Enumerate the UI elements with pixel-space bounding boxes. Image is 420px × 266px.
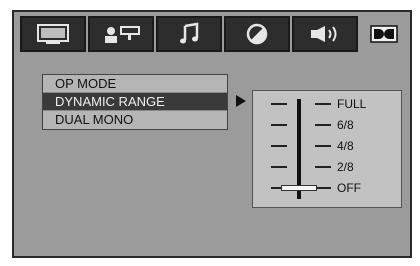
music-note-icon [177,22,201,46]
level-label-full[interactable]: FULL [337,98,366,110]
dynamic-range-slider[interactable]: FULL 6/8 4/8 2/8 OFF [252,90,402,208]
menu-item-op-mode[interactable]: OP MODE [43,75,227,93]
tick-right [315,187,331,189]
tick-right [315,103,331,105]
dolby-icon [364,16,404,52]
tab-speaker[interactable] [88,16,154,52]
tab-bar [20,16,408,54]
tab-audio[interactable] [156,16,222,52]
level-label-2-8[interactable]: 2/8 [337,161,354,173]
tick-left [271,124,287,126]
tick-left [271,145,287,147]
level-label-off[interactable]: OFF [337,182,361,194]
speaker-setup-icon [101,23,141,45]
level-label-4-8[interactable]: 4/8 [337,140,354,152]
tv-icon [36,23,70,45]
tick-left [271,166,287,168]
brightness-icon [245,22,269,46]
tick-right [315,166,331,168]
volume-icon [309,24,341,44]
level-label-6-8[interactable]: 6/8 [337,119,354,131]
menu-item-dual-mono[interactable]: DUAL MONO [43,111,227,129]
tick-left [271,103,287,105]
slider-track [297,99,301,199]
menu-item-dynamic-range[interactable]: DYNAMIC RANGE [43,93,227,111]
tab-general[interactable] [20,16,86,52]
slider-handle[interactable] [281,185,317,191]
tick-right [315,124,331,126]
settings-menu: OP MODE DYNAMIC RANGE DUAL MONO [42,74,228,130]
tick-right [315,145,331,147]
tab-video[interactable] [224,16,290,52]
tab-sound[interactable] [292,16,358,52]
selection-arrow-icon [236,95,246,107]
